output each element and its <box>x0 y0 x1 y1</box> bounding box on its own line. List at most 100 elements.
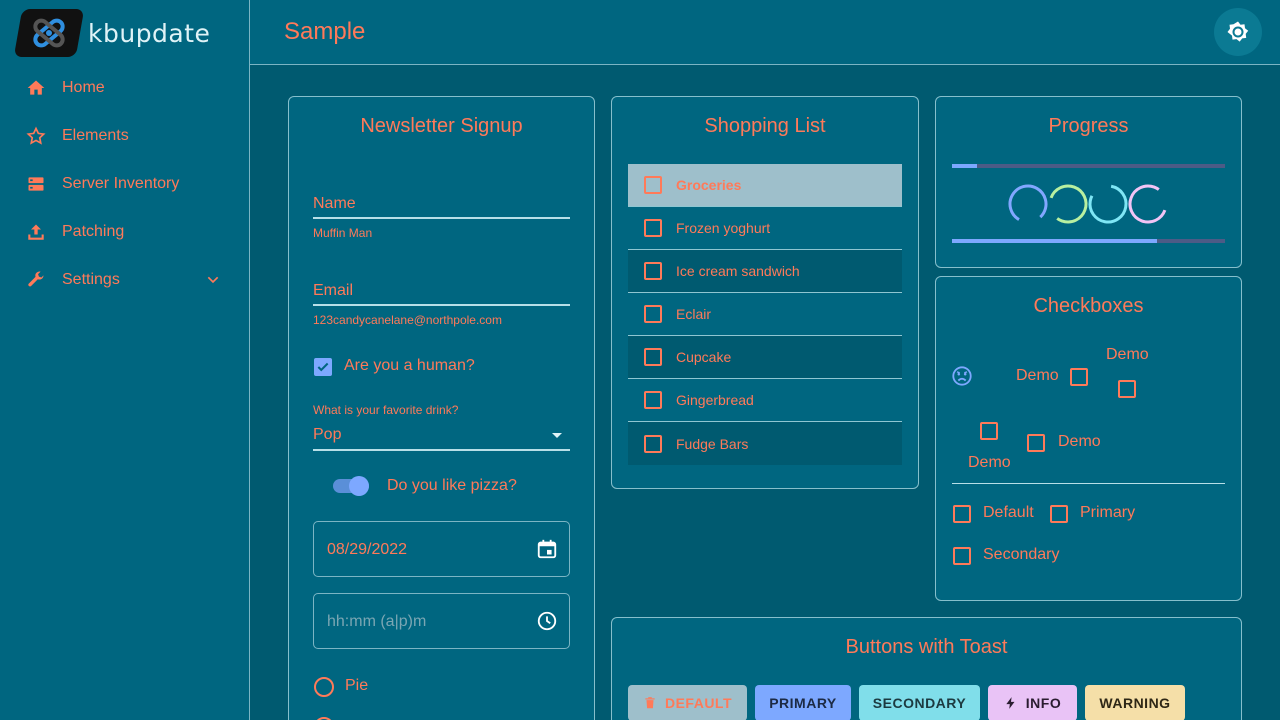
list-item-checkbox[interactable] <box>644 176 662 194</box>
clock-icon[interactable] <box>536 610 558 632</box>
default-button[interactable]: DEFAULT <box>628 685 747 720</box>
checkbox-demo-bottom[interactable] <box>980 422 998 440</box>
checkboxes-title: Checkboxes <box>1033 295 1144 317</box>
sidebar-item-server-inventory[interactable]: Server Inventory <box>0 160 249 208</box>
sidebar-item-label: Settings <box>62 271 120 288</box>
calendar-icon[interactable] <box>536 538 558 560</box>
pizza-switch-thumb <box>349 476 369 496</box>
time-picker-placeholder: hh:mm (a|p)m <box>327 613 427 630</box>
time-picker-field[interactable]: hh:mm (a|p)m <box>313 593 570 649</box>
sidebar-item-elements[interactable]: Elements <box>0 112 249 160</box>
radio-pie-label[interactable]: Pie <box>345 677 368 695</box>
server-icon <box>26 174 46 194</box>
list-item-label: Ice cream sandwich <box>676 263 800 279</box>
sidebar-item-settings[interactable]: Settings <box>0 256 249 304</box>
progress-title: Progress <box>1048 115 1129 137</box>
checkbox-secondary-label[interactable]: Secondary <box>983 546 1060 564</box>
star-icon <box>26 126 46 146</box>
progress-card: Progress <box>935 96 1242 268</box>
circular-progress-tertiary <box>1128 184 1168 224</box>
checkbox-demo-start-label[interactable]: Demo <box>1016 367 1059 385</box>
checkbox-secondary[interactable] <box>953 547 971 565</box>
drink-select-label: What is your favorite drink? <box>313 403 459 417</box>
primary-button-label: PRIMARY <box>769 695 837 711</box>
checkbox-primary[interactable] <box>1050 505 1068 523</box>
date-picker-value: 08/29/2022 <box>327 541 408 558</box>
default-button-label: DEFAULT <box>664 695 732 711</box>
list-item[interactable]: Ice cream sandwich <box>628 250 902 293</box>
newsletter-card: Newsletter Signup Name Muffin Man Email … <box>288 96 595 720</box>
human-checkbox[interactable] <box>314 358 332 376</box>
newsletter-title: Newsletter Signup <box>360 115 523 137</box>
upload-icon <box>26 222 46 242</box>
sidebar-item-label: Home <box>62 79 105 96</box>
list-item-label: Cupcake <box>676 349 732 365</box>
list-item[interactable]: Cupcake <box>628 336 902 379</box>
sidebar-item-label: Patching <box>62 223 125 240</box>
list-item[interactable]: Gingerbread <box>628 379 902 422</box>
pizza-switch-label[interactable]: Do you like pizza? <box>387 477 517 495</box>
drink-select-value[interactable]: Pop <box>313 426 341 444</box>
theme-toggle-button[interactable] <box>1214 8 1262 56</box>
list-item-checkbox[interactable] <box>644 305 662 323</box>
name-field-label[interactable]: Name <box>313 195 356 213</box>
trash-icon <box>645 697 655 709</box>
secondary-button-label: SECONDARY <box>872 695 967 711</box>
list-item-checkbox[interactable] <box>644 391 662 409</box>
list-item[interactable]: Fudge Bars <box>628 422 902 465</box>
list-item-checkbox[interactable] <box>644 434 662 453</box>
sidebar-item-label: Server Inventory <box>62 175 180 192</box>
list-item-checkbox[interactable] <box>644 262 662 280</box>
list-item[interactable]: Groceries <box>628 164 902 207</box>
sidebar-item-home[interactable]: Home <box>0 64 249 112</box>
email-field[interactable] <box>313 304 570 306</box>
radio-pie[interactable] <box>314 677 334 697</box>
list-item-checkbox[interactable] <box>644 219 662 237</box>
chevron-down-icon[interactable] <box>205 272 221 293</box>
brand-name: kbupdate <box>88 18 211 48</box>
name-field-value: Muffin Man <box>313 226 373 240</box>
warning-button-label: WARNING <box>1099 695 1171 711</box>
buttons-title: Buttons with Toast <box>845 636 1008 658</box>
list-item-label: Frozen yoghurt <box>676 220 771 236</box>
frown-face-icon[interactable] <box>951 365 973 387</box>
list-item-label: Groceries <box>676 177 742 193</box>
checkbox-demo-bottom-label[interactable]: Demo <box>968 454 1011 472</box>
list-item-label: Eclair <box>676 306 712 322</box>
checkbox-default-label[interactable]: Default <box>983 504 1034 522</box>
pizza-switch[interactable] <box>333 476 369 496</box>
checkbox-default[interactable] <box>953 505 971 523</box>
list-item-label: Fudge Bars <box>676 435 749 452</box>
checkbox-demo-end-label[interactable]: Demo <box>1058 433 1101 451</box>
progress-bar-bottom <box>952 239 1225 243</box>
list-item-checkbox[interactable] <box>644 348 662 366</box>
circular-progress-success <box>1048 184 1088 224</box>
brightness-icon <box>1227 21 1249 42</box>
name-field[interactable] <box>313 217 570 219</box>
info-button[interactable]: INFO <box>988 685 1077 720</box>
human-checkbox-label[interactable]: Are you a human? <box>344 357 475 375</box>
secondary-button[interactable]: SECONDARY <box>859 685 980 720</box>
sidebar-item-patching[interactable]: Patching <box>0 208 249 256</box>
sidebar-nav: Home Elements Server Inventory Patching … <box>0 64 249 304</box>
primary-button[interactable]: PRIMARY <box>755 685 851 720</box>
checkbox-demo-top-label[interactable]: Demo <box>1106 346 1149 364</box>
list-item-label: Gingerbread <box>676 392 754 408</box>
checkbox-demo-top[interactable] <box>1118 380 1136 398</box>
sidebar: kbupdate Home Elements Server Inventory … <box>0 0 250 720</box>
warning-button[interactable]: WARNING <box>1085 685 1185 720</box>
caret-down-icon[interactable] <box>552 433 562 438</box>
list-item[interactable]: Eclair <box>628 293 902 336</box>
list-item[interactable]: Frozen yoghurt <box>628 207 902 250</box>
brand[interactable]: kbupdate <box>13 9 211 57</box>
circular-progress-secondary <box>1088 184 1128 224</box>
email-field-label[interactable]: Email <box>313 282 353 300</box>
date-picker-field[interactable]: 08/29/2022 <box>313 521 570 577</box>
checkbox-demo-start[interactable] <box>1070 368 1088 386</box>
checkbox-demo-end[interactable] <box>1027 434 1045 452</box>
drink-select[interactable] <box>313 449 570 451</box>
check-icon <box>317 362 329 372</box>
info-button-label: INFO <box>1025 695 1062 711</box>
checkboxes-card: Checkboxes Demo Demo Demo Demo Default P… <box>935 276 1242 601</box>
checkbox-primary-label[interactable]: Primary <box>1080 504 1135 522</box>
